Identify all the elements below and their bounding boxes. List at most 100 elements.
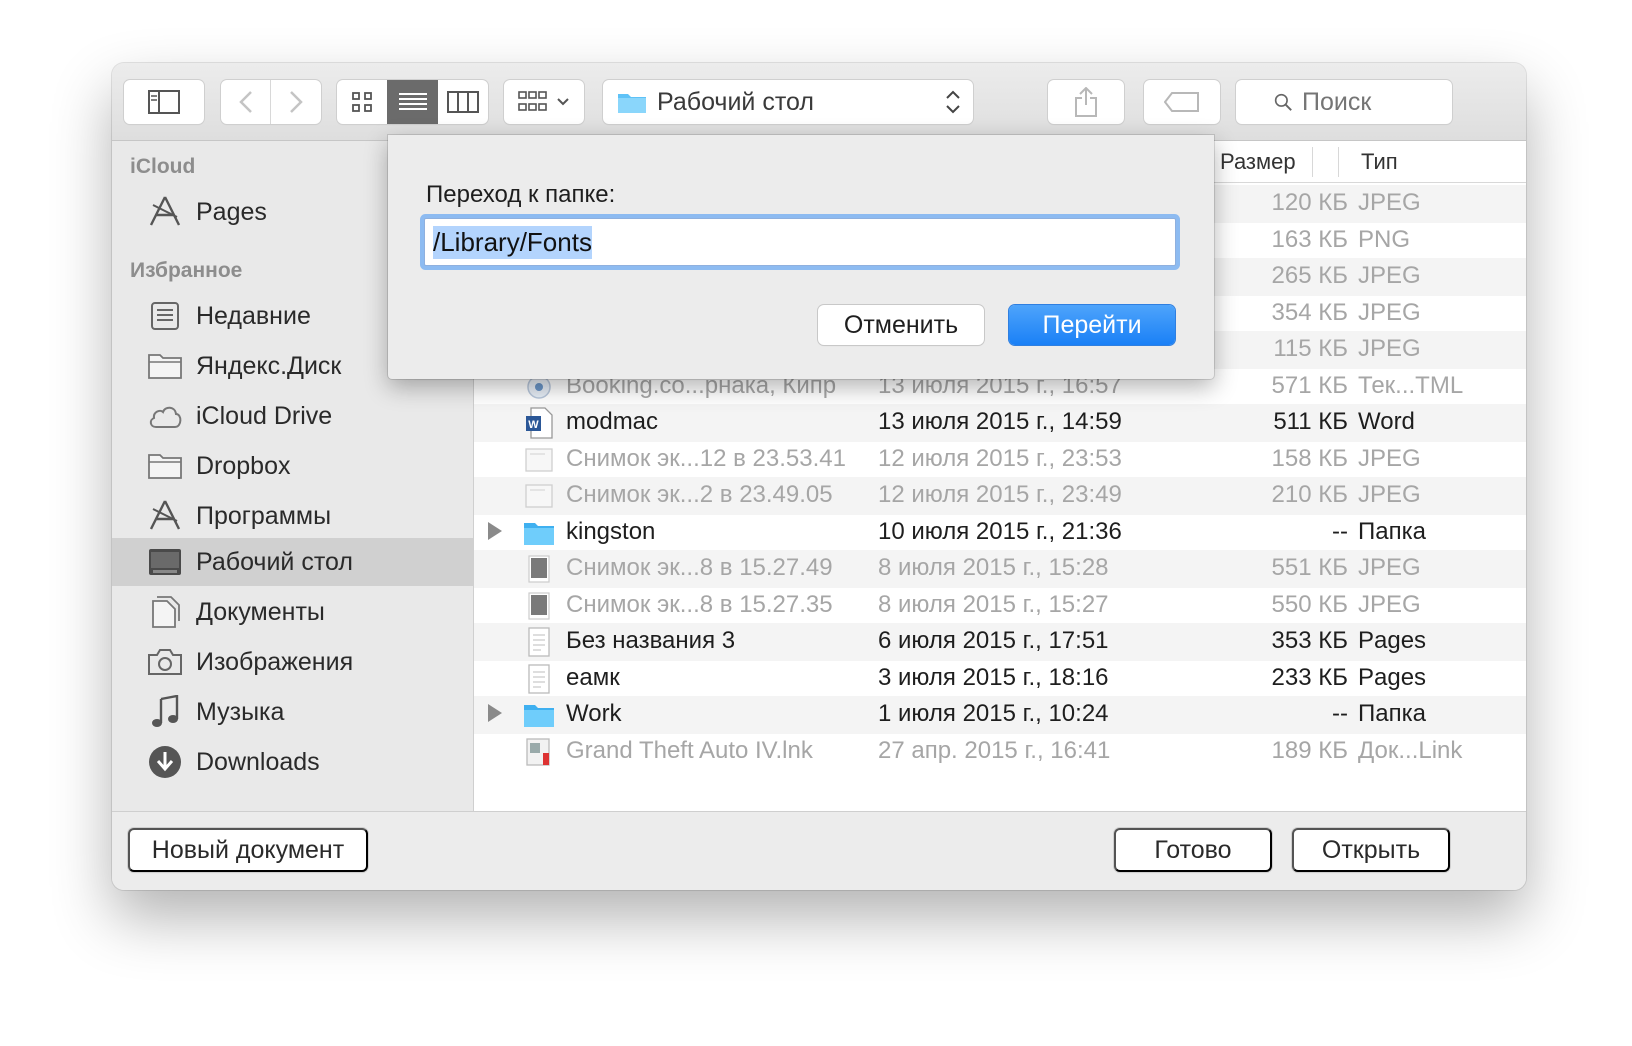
file-date: 12 июля 2015 г., 23:53 [878,444,1122,472]
documents-icon [146,593,184,631]
file-row[interactable]: еамк 3 июля 2015 г., 18:16 233 КБ Pages [474,660,1526,698]
sidebar-item-pictures[interactable]: Изображения [112,638,473,686]
column-view-button[interactable] [438,80,488,124]
location-label: Рабочий стол [657,87,814,116]
file-date: 8 июля 2015 г., 15:28 [878,554,1109,581]
sidebar-item-desktop[interactable]: Рабочий стол [112,538,473,586]
sidebar-item-label: Яндекс.Диск [196,351,342,380]
toolbar: Рабочий стол [112,63,1526,141]
sidebar-item-documents[interactable]: Документы [112,588,473,636]
share-icon [1075,87,1097,117]
sidebar-item-downloads[interactable]: Downloads [112,738,473,786]
list-view-button[interactable] [387,80,438,124]
file-size: -- [1332,517,1348,545]
word-doc-icon: W [522,406,556,440]
view-mode-control [337,80,488,124]
file-row[interactable]: Work 1 июля 2015 г., 10:24 -- Папка [474,696,1526,734]
sidebar-item-label: Документы [196,597,325,626]
sidebar-item-label: Рабочий стол [196,547,353,576]
column-header-type[interactable]: Тип [1361,149,1398,175]
file-size: 233 КБ [1271,663,1348,691]
sidebar-item-applications[interactable]: Программы [112,492,473,540]
file-row: Снимок эк...12 в 23.53.41 12 июля 2015 г.… [474,441,1526,479]
file-type: JPEG [1358,335,1421,362]
file-date: 10 июля 2015 г., 21:36 [878,517,1122,545]
new-document-button[interactable]: Новый документ [128,828,368,872]
file-type: Папка [1358,700,1426,727]
file-size: 210 КБ [1271,481,1348,508]
file-date: 13 июля 2015 г., 14:59 [878,408,1122,435]
sidebar-section-favorites: Избранное [130,259,243,282]
file-size: -- [1332,700,1348,727]
go-to-folder-sheet: Переход к папке: /Library/Fonts Отменить… [388,135,1214,379]
disclosure-triangle-icon[interactable] [488,704,502,722]
file-size: 158 КБ [1271,444,1348,472]
image-file-icon [522,443,556,477]
sidebar-item-dropbox[interactable]: Dropbox [112,442,473,490]
download-icon [146,743,184,781]
sidebar-item-music[interactable]: Музыка [112,688,473,736]
file-size: 163 КБ [1271,225,1348,253]
file-size: 354 КБ [1271,298,1348,326]
file-row: Снимок эк...8 в 15.27.35 8 июля 2015 г., … [474,587,1526,625]
folder-icon [146,447,184,485]
dark-image-file-icon [522,552,556,586]
file-size: 115 КБ [1273,335,1348,362]
file-type: Pages [1358,663,1427,691]
shortcut-file-icon [522,735,556,769]
sidebar-section-icloud: iCloud [130,155,196,178]
file-row[interactable]: Wmodmac 13 июля 2015 г., 14:59 511 КБ Word [474,404,1526,442]
file-date: 27 апр. 2015 г., 16:41 [878,736,1111,764]
file-type: JPEG [1358,189,1421,216]
tag-icon [1164,92,1199,112]
pages-doc-icon [522,625,556,659]
file-row[interactable]: Без названия 3 6 июля 2015 г., 17:51 353 К… [474,623,1526,661]
sidebar-item-icloud-drive[interactable]: iCloud Drive [112,392,473,440]
sidebar-toggle-button[interactable] [124,80,204,124]
icon-view-button[interactable] [337,80,387,124]
file-date: 6 июля 2015 г., 17:51 [878,627,1109,654]
up-down-chevron-icon [946,90,960,114]
bottom-bar: Новый документ Готово Открыть [112,811,1526,890]
back-button[interactable] [221,80,271,124]
file-row: Grand Theft Auto IV.lnk 27 апр. 2015 г., … [474,733,1526,771]
tags-button[interactable] [1144,80,1220,124]
file-row: Снимок эк...2 в 23.49.05 12 июля 2015 г.,… [474,477,1526,515]
folder-path-value[interactable]: /Library/Fonts [433,225,592,259]
file-name: Grand Theft Auto IV.lnk [566,736,813,764]
file-date: 3 июля 2015 г., 18:16 [878,663,1109,691]
file-row[interactable]: kingston 10 июля 2015 г., 21:36 -- Папка [474,514,1526,552]
file-type: JPEG [1358,590,1421,618]
done-button[interactable]: Готово [1114,828,1272,872]
file-type: Тек...TML [1358,371,1464,399]
arrange-menu-button[interactable] [504,80,584,124]
group-grid-icon [518,91,547,111]
search-input[interactable] [1302,87,1452,117]
pages-app-icon [146,193,184,231]
go-button[interactable]: Перейти [1009,305,1175,345]
file-date: 8 июля 2015 г., 15:27 [878,590,1109,618]
share-button[interactable] [1048,80,1124,124]
column-separator [1312,147,1313,177]
file-size: 511 КБ [1273,408,1348,435]
file-name: Снимок эк...8 в 15.27.35 [566,590,833,618]
open-button[interactable]: Открыть [1292,828,1450,872]
sidebar-item-label: Изображения [196,647,354,676]
column-separator [1338,147,1339,177]
file-name: Снимок эк...2 в 23.49.05 [566,481,833,508]
column-header-size[interactable]: Размер [1220,149,1296,175]
sidebar-icon [148,90,180,114]
dark-image-file-icon [522,589,556,623]
cancel-button[interactable]: Отменить [818,305,984,345]
chevron-down-icon [557,98,569,106]
folder-path-input[interactable]: /Library/Fonts [424,218,1176,266]
back-forward-control [221,80,321,124]
disclosure-triangle-icon[interactable] [488,521,502,540]
applications-icon [146,497,184,535]
search-field[interactable] [1236,80,1452,124]
sheet-title: Переход к папке: [426,181,616,208]
location-popup[interactable]: Рабочий стол [603,80,973,124]
file-type: Док...Link [1358,736,1463,764]
forward-button[interactable] [271,80,321,124]
file-date: 12 июля 2015 г., 23:49 [878,481,1122,508]
